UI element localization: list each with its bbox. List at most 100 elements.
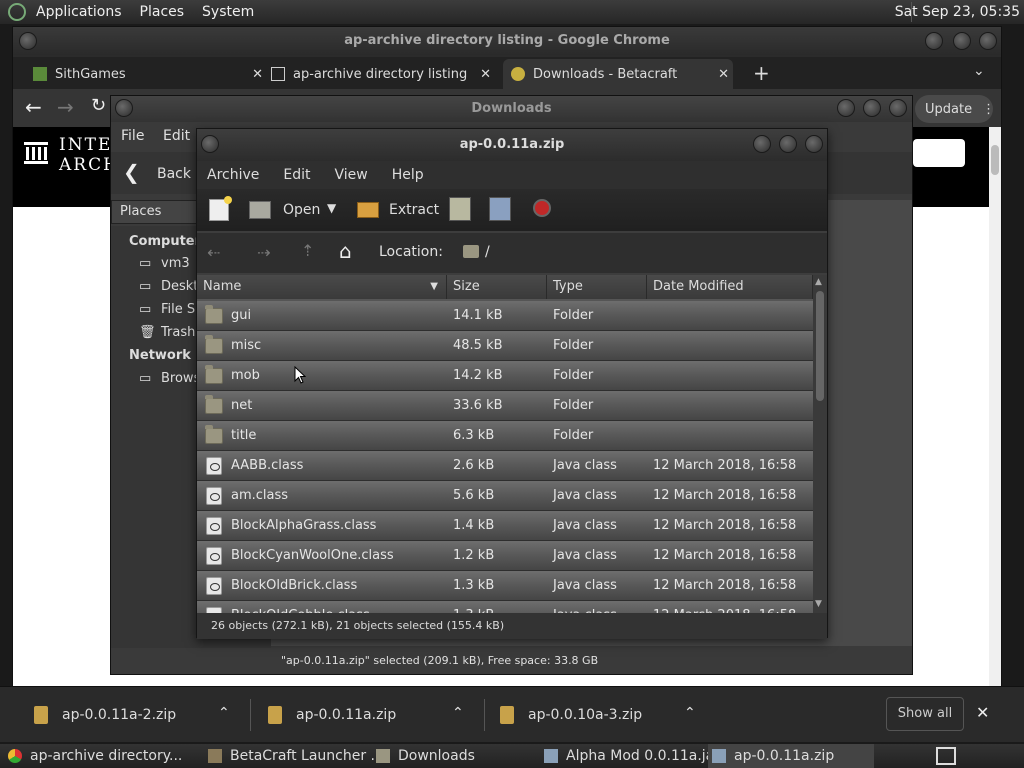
download-item[interactable]: ap-0.0.11a.zip: [268, 699, 396, 731]
window-menu-icon[interactable]: [115, 99, 133, 117]
chrome-menu-icon[interactable]: [19, 32, 37, 50]
menu-file[interactable]: File: [121, 128, 144, 144]
menu-edit[interactable]: Edit: [163, 128, 190, 144]
file-row[interactable]: am.class 5.6 kB Java class 12 March 2018, 1…: [197, 481, 813, 511]
show-desktop-icon[interactable]: [936, 747, 956, 765]
file-date: 12 March 2018, 16:58: [653, 601, 796, 613]
menu-system[interactable]: System: [202, 4, 254, 20]
sidebar-item-vm3[interactable]: vm3: [161, 256, 190, 271]
menu-applications[interactable]: Applications: [36, 4, 122, 20]
stop-icon[interactable]: [533, 199, 551, 217]
chevron-up-icon[interactable]: ⌃: [684, 705, 696, 721]
window-menu-icon[interactable]: [201, 135, 219, 153]
file-list[interactable]: Name ▼ Size Type Date Modified gui 14.1 k…: [197, 275, 813, 613]
gnome-logo-icon[interactable]: [8, 3, 26, 21]
maximize-icon[interactable]: [953, 32, 971, 50]
show-all-button[interactable]: Show all: [886, 697, 964, 731]
kebab-menu-icon[interactable]: ⋮: [982, 102, 995, 117]
file-row[interactable]: mob 14.2 kB Folder: [197, 361, 813, 391]
sidebar-item-filesystem[interactable]: File S: [161, 302, 195, 317]
clock[interactable]: Sat Sep 23, 05:35: [895, 4, 1020, 20]
task-item[interactable]: BetaCraft Launcher ...: [208, 744, 384, 768]
maximize-icon[interactable]: [863, 99, 881, 117]
forward-arrow-icon[interactable]: →: [57, 95, 74, 119]
tab-downloads-betacraft[interactable]: Downloads - Betacraft ✕: [503, 59, 733, 89]
close-icon[interactable]: [889, 99, 907, 117]
page-scrollbar[interactable]: [989, 127, 1001, 687]
reload-icon[interactable]: ↻: [91, 95, 106, 116]
update-button[interactable]: Update ⋮: [915, 95, 995, 123]
chevron-up-icon[interactable]: ⌃: [452, 705, 464, 721]
tab-close-icon[interactable]: ✕: [252, 67, 263, 82]
sidebar-item-desktop[interactable]: Deskt: [161, 279, 198, 294]
chevron-down-icon[interactable]: ⌄: [973, 63, 985, 79]
chevron-up-icon[interactable]: ⌃: [218, 705, 230, 721]
menu-edit[interactable]: Edit: [283, 167, 310, 183]
download-item[interactable]: ap-0.0.10a-3.zip: [500, 699, 642, 731]
task-item[interactable]: ap-archive directory...: [8, 744, 182, 768]
sidebar-item-browse-network[interactable]: Brows: [161, 371, 200, 386]
add-folder-icon[interactable]: [489, 197, 511, 221]
download-separator: [250, 699, 251, 731]
tab-sithgames[interactable]: SithGames ✕: [33, 59, 263, 89]
file-row[interactable]: gui 14.1 kB Folder: [197, 301, 813, 331]
column-name[interactable]: Name ▼: [197, 275, 447, 299]
file-row[interactable]: BlockCyanWoolOne.class 1.2 kB Java class 12…: [197, 541, 813, 571]
open-dropdown-icon[interactable]: ▼: [327, 201, 336, 215]
new-tab-icon[interactable]: +: [753, 61, 770, 85]
scroll-thumb[interactable]: [991, 145, 999, 175]
file-row[interactable]: net 33.6 kB Folder: [197, 391, 813, 421]
ia-temple-icon[interactable]: [23, 139, 49, 165]
up-icon[interactable]: ⇡: [301, 241, 314, 260]
maximize-icon[interactable]: [779, 135, 797, 153]
column-type[interactable]: Type: [547, 275, 647, 299]
task-item[interactable]: Downloads: [376, 744, 475, 768]
location-path[interactable]: /: [485, 244, 490, 260]
menu-places[interactable]: Places: [140, 4, 185, 20]
open-button[interactable]: Open: [249, 199, 320, 221]
sort-desc-icon: ▼: [430, 281, 438, 292]
close-downloads-bar-icon[interactable]: ✕: [976, 703, 989, 722]
sidebar-item-trash[interactable]: Trash: [161, 325, 195, 340]
column-size[interactable]: Size: [447, 275, 547, 299]
search-box[interactable]: [913, 139, 965, 167]
column-date-modified[interactable]: Date Modified: [647, 275, 813, 299]
menu-view[interactable]: View: [335, 167, 368, 183]
file-list-scrollbar[interactable]: ▲ ▼: [813, 275, 827, 613]
tab-ap-archive[interactable]: ap-archive directory listing ✕: [271, 59, 491, 89]
task-item-active[interactable]: ap-0.0.11a.zip: [708, 744, 874, 768]
minimize-icon[interactable]: [753, 135, 771, 153]
open-label: Open: [283, 202, 321, 218]
menu-help[interactable]: Help: [392, 167, 424, 183]
scroll-thumb[interactable]: [816, 291, 824, 401]
minimize-icon[interactable]: [837, 99, 855, 117]
close-icon[interactable]: [805, 135, 823, 153]
new-archive-icon[interactable]: [209, 196, 232, 221]
file-row[interactable]: misc 48.5 kB Folder: [197, 331, 813, 361]
minimize-icon[interactable]: [925, 32, 943, 50]
close-icon[interactable]: [979, 32, 997, 50]
back-icon[interactable]: ❮: [123, 160, 140, 184]
download-item[interactable]: ap-0.0.11a-2.zip: [34, 699, 176, 731]
file-row[interactable]: AABB.class 2.6 kB Java class 12 March 2018,…: [197, 451, 813, 481]
home-icon[interactable]: ⌂: [339, 239, 352, 263]
back-icon[interactable]: ⇠: [207, 243, 220, 262]
file-row[interactable]: title 6.3 kB Folder: [197, 421, 813, 451]
tab-label: SithGames: [55, 66, 126, 82]
tab-label: ap-archive directory listing: [293, 66, 468, 82]
file-row[interactable]: BlockOldBrick.class 1.3 kB Java class 12 Ma…: [197, 571, 813, 601]
back-arrow-icon[interactable]: ←: [25, 95, 42, 119]
file-row[interactable]: BlockAlphaGrass.class 1.4 kB Java class 12 …: [197, 511, 813, 541]
tab-close-icon[interactable]: ✕: [480, 67, 491, 82]
forward-icon[interactable]: ⇢: [257, 243, 270, 262]
places-selector[interactable]: Places: [111, 200, 201, 224]
extract-button[interactable]: Extract: [357, 199, 439, 221]
task-item[interactable]: Alpha Mod 0.0.11a.jar: [544, 744, 720, 768]
scroll-down-icon[interactable]: ▼: [815, 599, 822, 609]
add-files-icon[interactable]: [449, 197, 471, 221]
back-label[interactable]: Back: [157, 166, 191, 182]
tab-close-icon[interactable]: ✕: [718, 67, 729, 82]
file-row[interactable]: BlockOldCobble.class 1.3 kB Java class 12 M…: [197, 601, 813, 613]
scroll-up-icon[interactable]: ▲: [815, 277, 822, 287]
menu-archive[interactable]: Archive: [207, 167, 259, 183]
